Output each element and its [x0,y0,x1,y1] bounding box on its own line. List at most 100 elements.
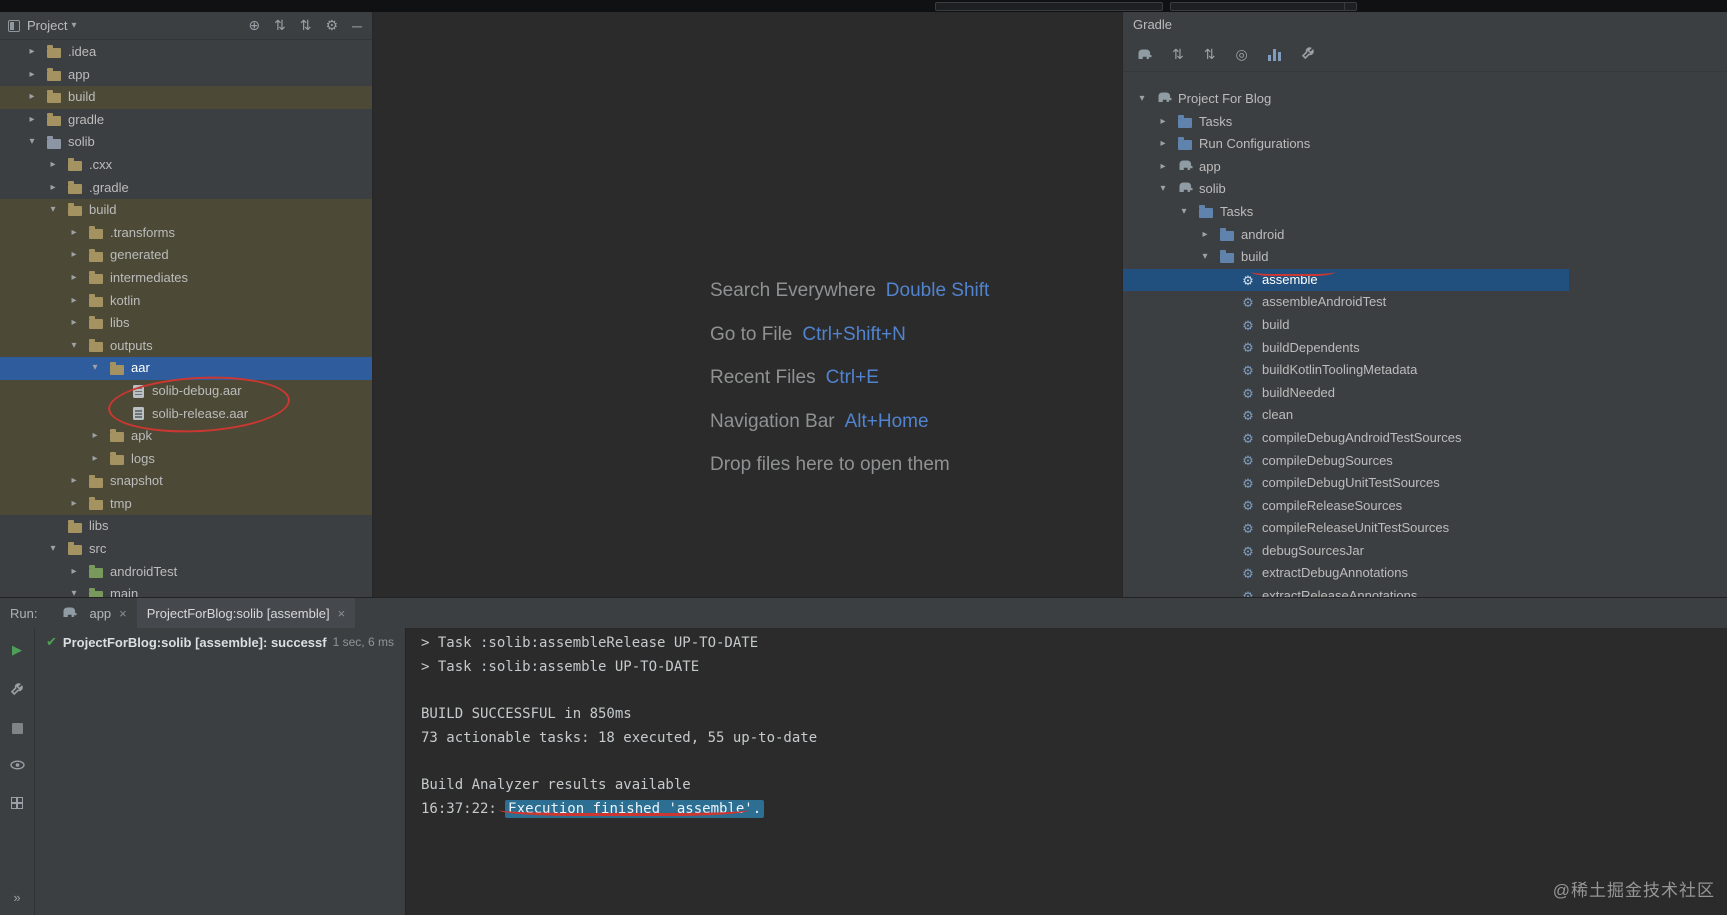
project-tree-item-apk[interactable]: ▸ apk [0,425,372,448]
chevron-right-icon[interactable]: ▸ [66,290,82,313]
gradle-tree-item-buildDependents[interactable]: ⚙ buildDependents [1123,337,1727,360]
chevron-right-icon[interactable]: ▸ [24,64,40,87]
gradle-tree-item-assemble[interactable]: ⚙ assemble [1123,268,1569,292]
chevron-down-icon[interactable]: ▾ [71,20,76,31]
gradle-tree-item-compileReleaseSources[interactable]: ⚙ compileReleaseSources [1123,495,1727,518]
chevron-down-icon[interactable]: ▾ [45,199,61,222]
project-tree-item-libs[interactable]: libs [0,515,372,538]
run-status-row[interactable]: ✔ ProjectForBlog:solib [assemble]: succe… [46,634,405,650]
hide-panel-icon[interactable]: ─ [352,18,362,34]
run-tab-app[interactable]: app × [51,598,136,628]
build-hammer-icon[interactable] [10,682,24,699]
project-panel-title[interactable]: Project [27,18,67,33]
project-tree-item-logs[interactable]: ▸ logs [0,447,372,471]
project-tree-item-.cxx[interactable]: ▸ .cxx [0,154,372,177]
project-tree-item-outputs[interactable]: ▾ outputs [0,334,372,358]
gradle-tree-item-android[interactable]: ▸ android [1123,224,1727,247]
chevron-down-icon[interactable]: ▾ [1197,246,1213,269]
chevron-right-icon[interactable]: ▸ [66,267,82,290]
chevron-right-icon[interactable]: ▸ [1155,133,1171,156]
build-tool-icon[interactable] [1301,46,1315,63]
collapse-all-icon[interactable]: ⇅ [274,17,286,34]
project-tree-item-generated[interactable]: ▸ generated [0,244,372,267]
gradle-tree-item-Tasks[interactable]: ▸ Tasks [1123,111,1727,134]
chevron-right-icon[interactable]: ▸ [24,86,40,109]
gradle-tree-item-extractReleaseAnnotations[interactable]: ⚙ extractReleaseAnnotations [1123,585,1727,597]
gradle-tree-item-debugSourcesJar[interactable]: ⚙ debugSourcesJar [1123,540,1727,563]
chevron-down-icon[interactable]: ▾ [1176,201,1192,224]
run-tab-ProjectForBlog:solib [assemble][interactable]: ProjectForBlog:solib [assemble] × [136,598,356,628]
chevron-down-icon[interactable]: ▾ [24,131,40,154]
profiler-icon[interactable] [1267,48,1281,61]
close-icon[interactable]: × [338,606,346,621]
gradle-tree-item-compileDebugUnitTestSources[interactable]: ⚙ compileDebugUnitTestSources [1123,472,1727,495]
chevron-right-icon[interactable]: ▸ [66,244,82,267]
chevron-right-icon[interactable]: ▸ [66,561,82,584]
project-tree-item-kotlin[interactable]: ▸ kotlin [0,289,372,313]
project-tree-item-solib[interactable]: ▾ solib [0,131,372,154]
chevron-right-icon[interactable]: ▸ [1155,156,1171,179]
chevron-down-icon[interactable]: ▾ [87,357,103,380]
chevron-right-icon[interactable]: ▸ [24,41,40,64]
chevron-down-icon[interactable]: ▾ [45,538,61,561]
gradle-tree-item-compileDebugSources[interactable]: ⚙ compileDebugSources [1123,450,1727,473]
gradle-tree-item-buildNeeded[interactable]: ⚙ buildNeeded [1123,382,1727,405]
gradle-tree-item-compileReleaseUnitTestSources[interactable]: ⚙ compileReleaseUnitTestSources [1123,517,1727,540]
gradle-tree-item-extractDebugAnnotations[interactable]: ⚙ extractDebugAnnotations [1123,562,1727,585]
chevron-right-icon[interactable]: ▸ [66,493,82,516]
project-tree-item-.idea[interactable]: ▸ .idea [0,41,372,64]
project-tree-item-tmp[interactable]: ▸ tmp [0,492,372,516]
project-tree-item-libs[interactable]: ▸ libs [0,312,372,335]
project-tree-item-androidTest[interactable]: ▸ androidTest [0,561,372,584]
run-console[interactable]: > Task :solib:assembleRelease UP-TO-DATE… [405,628,1727,915]
run-icon[interactable]: ▶ [12,642,22,658]
gradle-tree-item-compileDebugAndroidTestSources[interactable]: ⚙ compileDebugAndroidTestSources [1123,427,1727,450]
settings-gear-icon[interactable]: ⚙ [326,17,339,34]
project-tree-item-solib-release.aar[interactable]: solib-release.aar [0,402,372,426]
chevron-right-icon[interactable]: ▸ [24,109,40,132]
chevron-right-icon[interactable]: ▸ [45,177,61,200]
chevron-down-icon[interactable]: ▾ [66,335,82,358]
expand-all-icon[interactable]: ⇅ [300,17,312,34]
gradle-tree-item-Tasks[interactable]: ▾ Tasks [1123,201,1727,224]
chevron-down-icon[interactable]: ▾ [1134,88,1150,111]
chevron-right-icon[interactable]: ▸ [66,470,82,493]
gradle-tree-item-clean[interactable]: ⚙ clean [1123,404,1727,427]
project-tree-item-app[interactable]: ▸ app [0,64,372,87]
gradle-tree-item-solib[interactable]: ▾ solib [1123,178,1727,201]
gradle-tree-item-Run Configurations[interactable]: ▸ Run Configurations [1123,133,1727,156]
gradle-tree-item-buildKotlinToolingMetadata[interactable]: ⚙ buildKotlinToolingMetadata [1123,359,1727,382]
project-tree-item-.gradle[interactable]: ▸ .gradle [0,177,372,200]
expand-all-icon[interactable]: ⇅ [1204,46,1216,63]
gradle-tree-item-build[interactable]: ▾ build [1123,246,1727,269]
project-tree-item-snapshot[interactable]: ▸ snapshot [0,470,372,493]
layout-grid-icon[interactable] [11,797,23,809]
chevron-right-icon[interactable]: ▸ [66,312,82,335]
chevron-right-icon[interactable]: ▸ [87,425,103,448]
project-tree-item-main[interactable]: ▾ main [0,583,372,597]
chevron-right-icon[interactable]: ▸ [1197,224,1213,247]
chevron-right-icon[interactable]: ▸ [66,222,82,245]
stop-icon[interactable] [11,723,23,734]
project-tree-item-gradle[interactable]: ▸ gradle [0,109,372,132]
project-tree-item-intermediates[interactable]: ▸ intermediates [0,266,372,290]
chevron-right-icon[interactable]: ▸ [87,448,103,471]
chevron-right-icon[interactable]: ▸ [45,154,61,177]
locate-icon[interactable]: ⊕ [248,17,260,34]
project-tree-item-.transforms[interactable]: ▸ .transforms [0,221,372,245]
chevron-down-icon[interactable]: ▾ [1155,178,1171,201]
close-icon[interactable]: × [119,606,127,621]
chevron-down-icon[interactable]: ▾ [66,583,82,597]
gradle-tree-item-Project For Blog[interactable]: ▾ Project For Blog [1123,88,1727,111]
gradle-tree-item-build[interactable]: ⚙ build [1123,314,1727,337]
gradle-sync-icon[interactable] [1137,47,1152,63]
more-icon[interactable]: » [13,890,20,905]
project-tree-item-aar[interactable]: ▾ aar [0,357,372,380]
project-tree-item-build[interactable]: ▸ build [0,86,372,109]
attach-icon[interactable]: ◎ [1235,46,1247,63]
project-tree-item-src[interactable]: ▾ src [0,538,372,561]
gradle-tree-item-assembleAndroidTest[interactable]: ⚙ assembleAndroidTest [1123,291,1727,314]
chevron-right-icon[interactable]: ▸ [1155,111,1171,134]
collapse-all-icon[interactable]: ⇅ [1172,46,1184,63]
preview-icon[interactable] [9,758,25,773]
